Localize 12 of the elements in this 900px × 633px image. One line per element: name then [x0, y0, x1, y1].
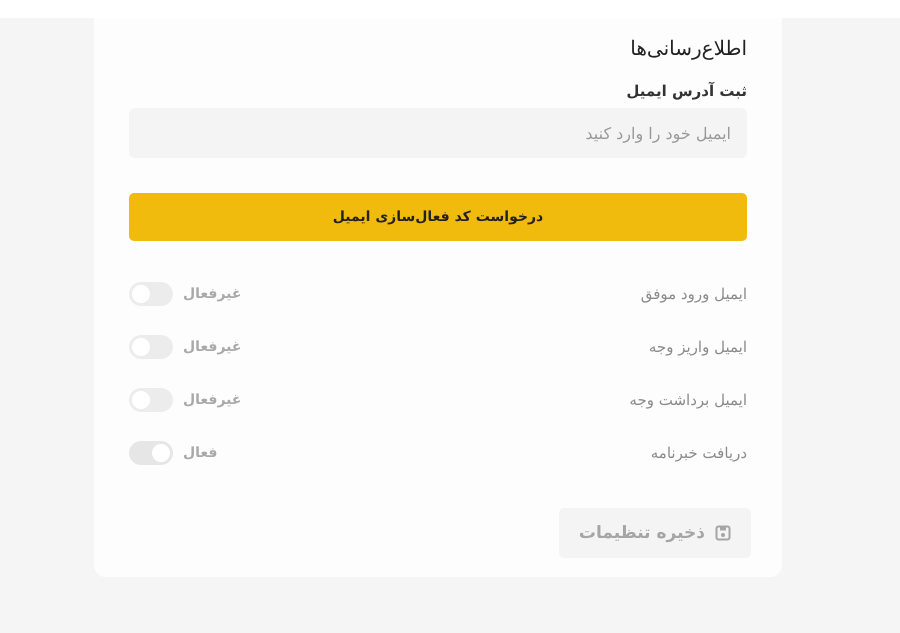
- setting-label: ایمیل ورود موفق: [640, 284, 747, 302]
- toggle-state-text: غیرفعال: [183, 338, 242, 354]
- toggle-state-text: غیرفعال: [183, 286, 242, 302]
- setting-label: ایمیل برداشت وجه: [629, 390, 747, 408]
- setting-label: ایمیل واریز وجه: [648, 338, 747, 356]
- toggle-state-text: غیرفعال: [183, 392, 242, 408]
- toggle-state-text: فعال: [183, 444, 218, 460]
- email-input-field[interactable]: ایمیل خود را وارد کنید: [129, 108, 747, 158]
- request-activation-button[interactable]: درخواست کد فعال‌سازی ایمیل: [129, 193, 747, 241]
- section-title: اطلاع‌رسانی‌ها: [629, 35, 747, 62]
- setting-label: دریافت خبرنامه: [650, 444, 747, 462]
- field-label: ثبت آدرس ایمیل: [625, 82, 747, 100]
